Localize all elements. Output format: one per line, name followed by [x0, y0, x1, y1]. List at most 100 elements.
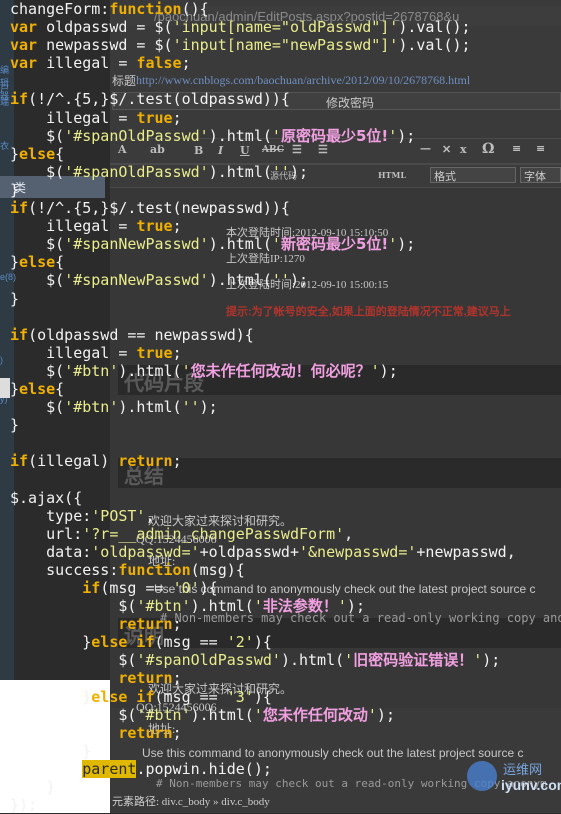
code-line: if(!/^.{5,}$/.test(oldpasswd)){: [10, 90, 516, 108]
code-token: ,: [344, 524, 354, 543]
code-token: ).html(: [208, 162, 272, 181]
side-count[interactable]: ): [0, 355, 3, 365]
code-token: 'input[name="newPasswd"]': [172, 36, 399, 55]
code-token: ;: [172, 615, 182, 634]
code-token: .popwin.hide();: [136, 759, 272, 778]
code-token: $(: [10, 271, 65, 290]
code-token: true: [136, 217, 173, 236]
code-token: ': [253, 597, 263, 616]
code-token: (){: [181, 0, 209, 18]
code-token: }: [10, 144, 20, 163]
code-token: type:: [10, 506, 92, 525]
code-token: ;: [172, 343, 182, 362]
code-token: (!/^.{5,}$/.test(newpasswd)){: [28, 199, 290, 218]
code-token: ).val();: [398, 18, 471, 37]
code-token: oldpasswd = $(: [46, 18, 173, 37]
code-line: var illegal = false;: [10, 54, 516, 72]
code-line: illegal = true;: [10, 109, 516, 127]
code-token: success:: [10, 560, 119, 579]
code-line: if(illegal) return;: [10, 452, 516, 470]
code-line: url:'?r=__admin_changePasswdForm',: [10, 525, 516, 543]
code-token: );: [397, 235, 416, 254]
code-token: if: [10, 199, 29, 218]
code-token: ).html(: [208, 271, 272, 290]
code-token: '': [271, 271, 290, 290]
code-token: return: [118, 615, 173, 634]
code-token: if: [10, 90, 29, 109]
left-nav-item[interactable]: 衣: [0, 139, 9, 152]
code-token: ){: [253, 633, 272, 652]
code-line: illegal = true;: [10, 344, 516, 362]
code-token: );: [199, 398, 218, 417]
code-token: 原密码最少5位!: [280, 126, 389, 145]
code-token: }: [10, 253, 20, 272]
code-line: }: [10, 181, 516, 199]
code-token: ': [271, 235, 281, 254]
code-token: illegal =: [46, 54, 137, 73]
code-token: +newpasswd,: [416, 542, 516, 561]
code-token: {: [55, 379, 65, 398]
code-token: $(: [10, 126, 65, 145]
code-token: ': [181, 361, 191, 380]
code-token: '?r=__admin_changePasswdForm': [82, 524, 345, 543]
code-token: (msg ==: [100, 579, 173, 597]
code-line: var oldpasswd = $('input[name="oldPasswd…: [10, 18, 516, 36]
code-token: ': [388, 126, 398, 145]
code-token: );: [376, 705, 395, 724]
code-token: parent: [82, 759, 137, 778]
code-line: $('#spanNewPasswd').html('');: [10, 271, 516, 289]
left-scroll-thumb[interactable]: [0, 378, 10, 398]
code-token: 您未作任何改动！何必呢？: [190, 361, 371, 380]
code-token: '0': [172, 579, 200, 597]
code-token: ': [473, 651, 483, 670]
code-token: );: [482, 651, 501, 670]
code-line: $('#spanOldPasswd').html('');: [10, 163, 516, 181]
font-select[interactable]: 字体: [520, 167, 561, 183]
code-token: ).html(: [118, 398, 182, 417]
code-token: $(: [10, 597, 137, 616]
code-token: ;: [172, 723, 182, 742]
code-token: 'input[name="oldPasswd"]': [172, 18, 399, 37]
code-token: '#spanNewPasswd': [64, 235, 209, 254]
code-token: ': [370, 361, 380, 380]
code-token: }: [10, 416, 20, 435]
code-token: $(: [10, 361, 65, 380]
code-token: }: [10, 633, 92, 652]
code-token: if: [10, 325, 29, 344]
code-token: '2': [226, 633, 254, 652]
code-token: var: [10, 54, 47, 73]
code-token: );: [289, 271, 309, 290]
code-token: }: [10, 741, 92, 760]
code-line: }else{: [10, 145, 516, 163]
code-line: return;: [10, 724, 516, 742]
code-token: var: [10, 18, 47, 37]
code-token: (msg ==: [154, 687, 227, 706]
code-token: ;: [172, 217, 182, 236]
align-center-icon[interactable]: ≡: [536, 142, 545, 155]
code-token: url:: [10, 524, 83, 543]
code-line: $('#spanOldPasswd').html('原密码最少5位!');: [10, 127, 516, 145]
code-token: ).html(: [118, 361, 182, 380]
code-token: '#btn': [136, 597, 191, 616]
code-token: ;: [172, 108, 182, 127]
code-token: function: [109, 0, 182, 18]
code-token: ': [367, 705, 377, 724]
code-token: ).html(: [280, 651, 345, 670]
code-token: ).html(: [190, 597, 254, 616]
code-token: $.ajax({: [10, 488, 83, 507]
code-line: data:'oldpasswd='+oldpasswd+'&newpasswd=…: [10, 543, 516, 561]
code-token: (oldpasswd == newpasswd){: [28, 325, 254, 344]
code-token: '#btn': [136, 705, 191, 724]
code-token: illegal =: [10, 343, 137, 362]
code-token: (illegal): [28, 452, 119, 471]
code-token: ': [271, 126, 281, 145]
code-token: ': [388, 235, 398, 254]
